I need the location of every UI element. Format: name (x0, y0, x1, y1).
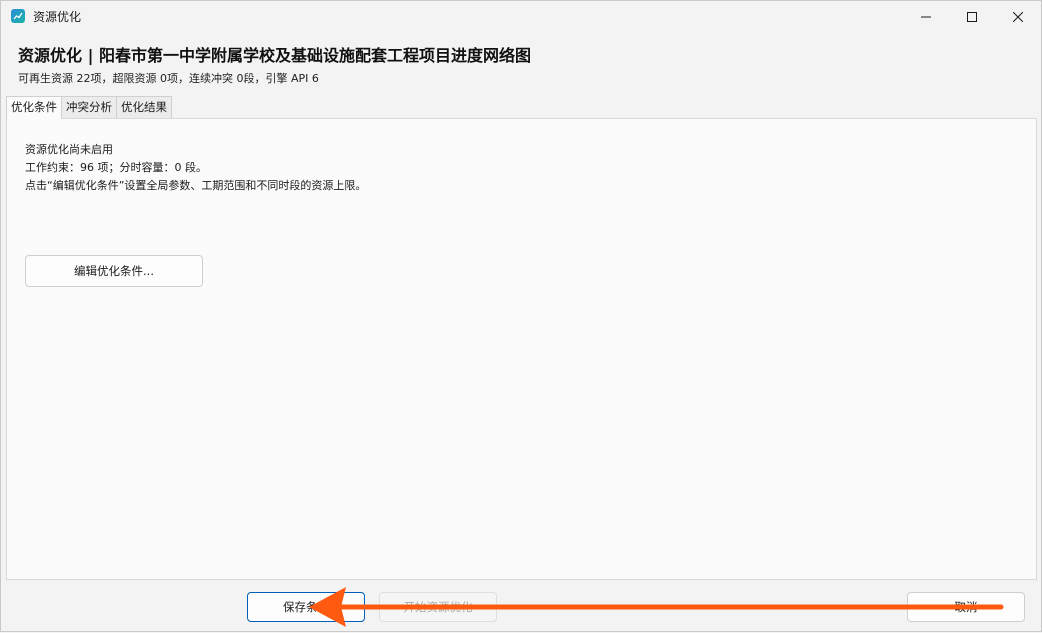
start-optimization-button[interactable]: 开始资源优化 (379, 592, 497, 622)
resource-optimization-window: 资源优化 资源优化 | 阳春市第一中学附属学校及基础设施配套工程项目进度网络图 … (0, 0, 1042, 632)
cancel-button[interactable]: 取消 (907, 592, 1025, 622)
constraints-summary-text: 工作约束：96 项；分时容量：0 段。 (25, 161, 207, 174)
page-subtitle: 可再生资源 22项，超限资源 0项，连续冲突 0段，引擎 API 6 (18, 72, 319, 85)
page-title: 资源优化 | 阳春市第一中学附属学校及基础设施配套工程项目进度网络图 (18, 46, 531, 65)
maximize-icon (967, 11, 977, 22)
title-bar[interactable]: 资源优化 (1, 1, 1041, 32)
maximize-button[interactable] (949, 1, 995, 32)
tab-optimization-results[interactable]: 优化结果 (116, 96, 172, 118)
tab-optimization-conditions[interactable]: 优化条件 (6, 96, 62, 119)
save-conditions-button[interactable]: 保存条件 (247, 592, 365, 622)
tab-strip: 优化条件 冲突分析 优化结果 (6, 96, 172, 119)
edit-conditions-button[interactable]: 编辑优化条件... (25, 255, 203, 287)
close-button[interactable] (995, 1, 1041, 32)
optimization-status-text: 资源优化尚未启用 (25, 143, 113, 156)
edit-hint-text: 点击“编辑优化条件”设置全局参数、工期范围和不同时段的资源上限。 (25, 179, 367, 192)
close-icon (1013, 11, 1023, 22)
tab-content-panel: 资源优化尚未启用 工作约束：96 项；分时容量：0 段。 点击“编辑优化条件”设… (6, 118, 1037, 580)
window-title: 资源优化 (33, 10, 82, 24)
minimize-icon (921, 16, 931, 17)
app-chart-icon (11, 9, 25, 23)
minimize-button[interactable] (903, 1, 949, 32)
tab-conflict-analysis[interactable]: 冲突分析 (61, 96, 117, 118)
